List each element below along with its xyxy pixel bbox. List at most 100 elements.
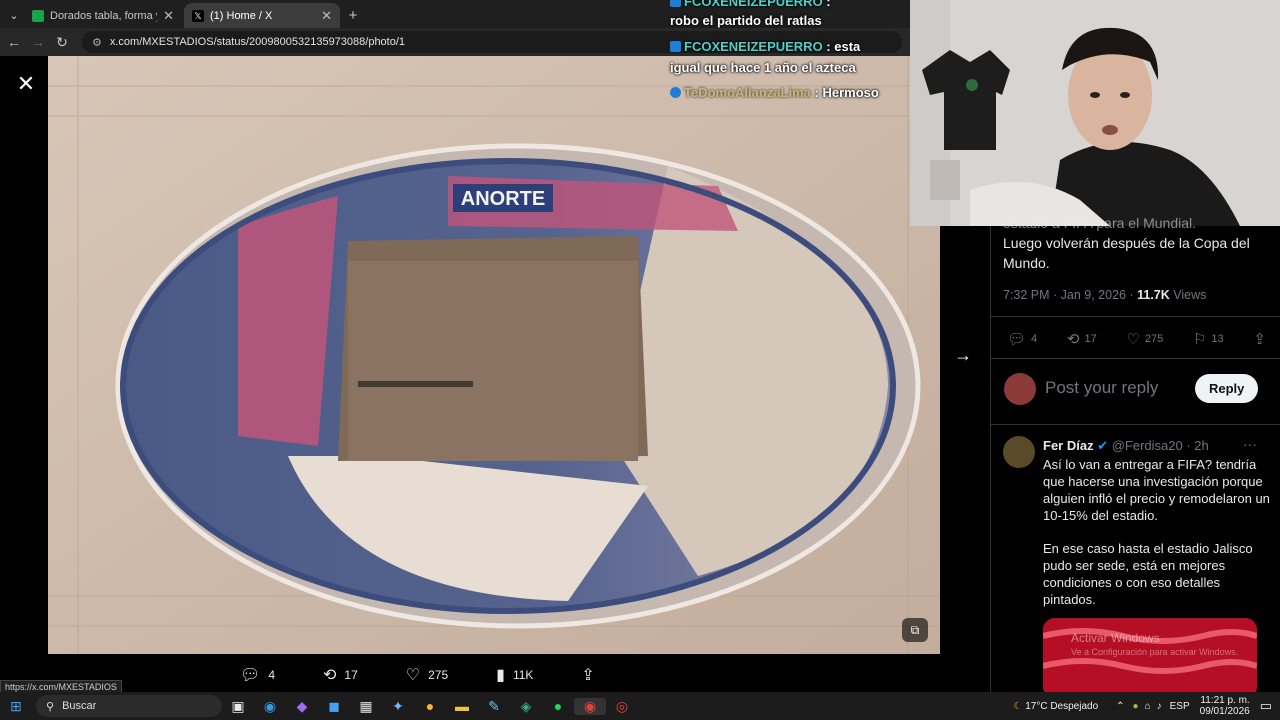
plus-icon: + [348,7,358,24]
forward-button[interactable]: → [26,34,50,50]
like-stat[interactable]: ♡ 275 [406,665,448,685]
chat-user: FCOXENEIZEPUERRO [684,0,823,9]
views-stat[interactable]: ▮ 11K [496,665,533,685]
tweet-views-count: 11.7K [1137,288,1170,302]
windows-start-icon[interactable]: ⊞ [0,698,32,715]
tweet-side-panel: estadio a FIFA para el Mundial. Luego vo… [990,215,1280,698]
tab-list-button[interactable]: ⌄ [4,3,24,28]
moon-icon: ☾ [1013,700,1023,712]
verified-icon: ✔ [1097,438,1109,453]
reply-icon: 💬︎ [1007,331,1027,348]
taskbar-search[interactable]: ⚲ Buscar [36,695,222,717]
notification-icon[interactable]: ▭ [1260,698,1272,714]
image-options-button[interactable]: ⧉ [902,618,928,642]
tweet-meta: 7:32 PM · Jan 9, 2026 · 11.7K Views [1003,288,1206,302]
language-indicator[interactable]: ESP [1170,701,1190,712]
divider [991,316,1280,317]
reload-button[interactable]: ↻ [50,34,74,51]
tweet-text: Luego volverán después de la Copa del Mu… [1003,235,1250,271]
share-icon: ⇪ [581,667,595,684]
tab-x-home[interactable]: 𝕏 (1) Home / X ✕ [184,3,340,28]
next-photo-button[interactable]: → [950,342,976,368]
share-action[interactable]: ⇪ [1253,330,1271,348]
store-icon[interactable]: ◼ [318,698,350,715]
windows-watermark-sub: Ve a Configuración para activar Windows. [1071,647,1239,657]
edge-icon[interactable]: ◉ [254,698,286,715]
bookmark-icon: ⚐ [1192,331,1207,348]
reply-count: 4 [1031,333,1038,345]
more-options-icon[interactable]: ··· [1243,436,1257,452]
new-tab-button[interactable]: + [342,3,364,28]
task-view-icon[interactable]: ▣ [222,698,254,715]
back-button[interactable]: ← [2,34,26,50]
app-icon[interactable]: ◈ [510,698,542,715]
folder-icon[interactable]: ▬ [446,698,478,714]
reply-author-handle[interactable]: @Ferdisa20 · 2h [1112,438,1209,453]
repost-count: 17 [1084,333,1097,345]
chrome-icon[interactable]: ◉ [574,697,606,715]
vscode-icon[interactable]: ✦ [382,698,414,715]
weather-desc: Despejado [1050,700,1099,712]
badge-icon [670,41,681,52]
tab-dorados[interactable]: Dorados tabla, forma y próximos ✕ [24,3,182,28]
close-tab-icon[interactable]: ✕ [163,8,174,24]
close-tab-icon[interactable]: ✕ [321,8,332,24]
chat-message: TeDomoAlianzaLima : Hermoso [670,85,879,100]
bookmark-action[interactable]: ⚐ 13 [1193,330,1224,348]
chat-text: Hermoso [822,85,879,100]
bar-chart-icon: ▮ [496,667,505,684]
badge-icon [670,87,681,98]
tray-app-icon[interactable]: ● [1133,701,1139,712]
chat-text: igual que hace 1 año el azteca [670,60,856,75]
repost-count: 17 [344,668,358,682]
tweet-time[interactable]: 7:32 PM · Jan 9, 2026 · [1003,288,1137,302]
site-info-icon[interactable]: ⚙ [92,36,102,49]
reply-text-1: Así lo van a entregar a FIFA? tendría qu… [1043,457,1270,523]
share-icon: ⇪ [1253,331,1266,348]
tray-chevron-icon[interactable]: ⌃ [1116,701,1124,712]
heart-icon: ♡ [1126,331,1140,348]
chat-user: TeDomoAlianzaLima [684,85,811,100]
bookmark-count: 13 [1211,333,1224,345]
stadium-aerial-image: ANORTE [48,56,940,654]
streamer-image [910,0,1280,226]
close-icon: ✕ [16,71,36,96]
network-icon[interactable]: ⌂ [1145,701,1151,712]
chrome-canary-icon[interactable]: ● [414,698,446,714]
share-stat[interactable]: ⇪ [581,665,602,685]
reply-input[interactable]: Post your reply [1045,378,1158,398]
weather-temp: 17°C [1025,700,1048,712]
like-action[interactable]: ♡ 275 [1126,330,1163,348]
calendar-icon[interactable]: ▦ [350,698,382,715]
reply-header: Fer Díaz ✔ @Ferdisa20 · 2h [1043,438,1209,454]
reply-stat[interactable]: 💬︎ 4 [240,665,275,685]
chat-message-text: igual que hace 1 año el azteca [670,60,856,75]
arrow-right-icon: → [954,345,972,365]
clock[interactable]: 11:21 p. m. 09/01/2026 [1200,695,1250,717]
reply-media[interactable] [1043,618,1257,698]
repost-stat[interactable]: ⟲ 17 [323,665,358,685]
reply-button[interactable]: Reply [1195,374,1259,403]
reply-author-name[interactable]: Fer Díaz [1043,438,1094,453]
repost-icon: ⟲ [323,667,337,684]
avatar[interactable] [1003,436,1035,468]
chat-message: FCOXENEIZEPUERRO : esta [670,39,860,54]
like-count: 275 [1144,333,1164,345]
stadium-photo[interactable]: ANORTE [48,56,940,654]
close-viewer-button[interactable]: ✕ [12,70,40,98]
reply-icon: 💬︎ [240,667,261,684]
chevron-down-icon: ⌄ [9,10,19,22]
repost-action[interactable]: ⟲ 17 [1067,330,1097,348]
notes-icon[interactable]: ✎ [478,698,510,715]
weather-widget[interactable]: ☾ 17°C Despejado [1013,701,1098,712]
tweet-text-partial: estadio a FIFA para el Mundial. [1003,215,1196,231]
chat-text: robo el partido del ratlas [670,13,822,28]
avatar[interactable] [1004,373,1036,405]
url-text: x.com/MXESTADIOS/status/2009800532135973… [109,36,406,48]
volume-icon[interactable]: ♪ [1157,701,1162,712]
reply-action[interactable]: 💬︎ 4 [1007,330,1037,348]
spotify-icon[interactable]: ● [542,698,574,714]
obs-icon[interactable]: ◎ [606,698,638,715]
divider [991,358,1280,359]
copilot-icon[interactable]: ◆ [286,698,318,715]
